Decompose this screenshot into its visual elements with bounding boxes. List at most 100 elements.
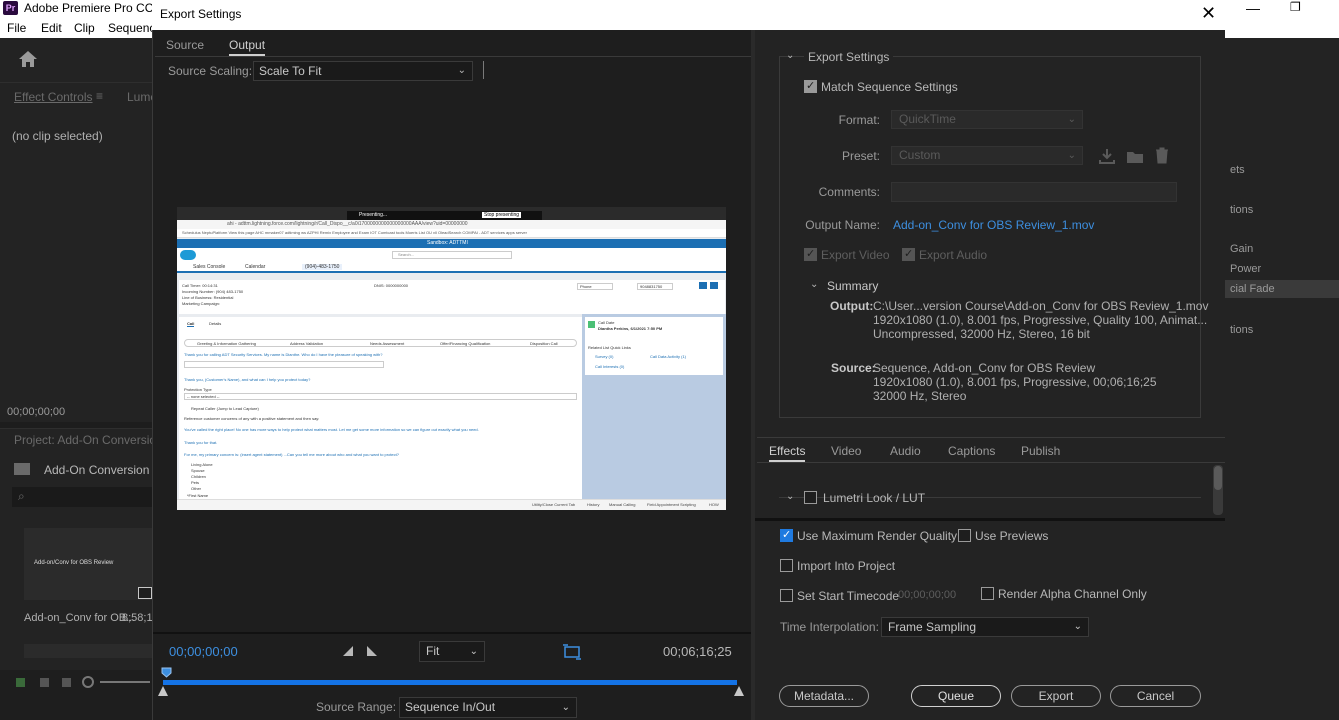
source-scaling-dropdown[interactable]: Scale To Fit ⌄ [253, 61, 473, 81]
menu-edit[interactable]: Edit [41, 21, 62, 35]
time-interpolation-dropdown[interactable]: Frame Sampling ⌄ [881, 617, 1089, 637]
restore-icon[interactable]: ❐ [1290, 0, 1301, 14]
cancel-button[interactable]: Cancel [1110, 685, 1201, 707]
effects-item[interactable]: ets [1230, 164, 1245, 176]
chevron-down-icon[interactable]: ⌄ [786, 491, 794, 502]
effects-item[interactable]: Gain [1230, 243, 1253, 255]
preview-bookmarks-text: Schedulus NeptuPlatform View this page A… [182, 230, 527, 235]
zoom-slider[interactable] [100, 681, 150, 683]
icon-view-icon[interactable] [40, 678, 49, 687]
range-out-handle[interactable] [734, 686, 744, 696]
current-timecode[interactable]: 00;00;00;00 [169, 644, 238, 659]
minimize-icon[interactable]: — [1246, 0, 1260, 16]
preview-related-links: Related List Quick Links [588, 345, 631, 350]
import-into-project-label: Import Into Project [797, 559, 896, 573]
tab-output[interactable]: Output [229, 38, 266, 56]
preview-dnis: DNIS: 0000000000 [374, 283, 409, 288]
tab-audio[interactable]: Audio [890, 444, 921, 458]
menu-sequence[interactable]: Sequenc [108, 21, 155, 35]
format-dropdown[interactable]: QuickTime ⌄ [891, 110, 1083, 129]
preview-protect-line: You've called the right place! No one ha… [184, 427, 479, 432]
comments-input[interactable] [891, 182, 1177, 202]
export-video-label: Export Video [821, 248, 890, 262]
source-range-dropdown[interactable]: Sequence In/Out ⌄ [399, 697, 577, 718]
import-into-project-checkbox[interactable] [780, 559, 793, 572]
preview-option: Other [191, 486, 202, 491]
tab-video[interactable]: Video [831, 444, 861, 458]
tab-captions[interactable]: Captions [948, 444, 995, 458]
tab-effect-controls[interactable]: Effect Controls [14, 90, 92, 104]
close-icon[interactable]: ✕ [1201, 3, 1216, 24]
effects-item[interactable]: tions [1230, 204, 1253, 216]
chevron-down-icon[interactable]: ⌄ [786, 50, 794, 61]
effects-item[interactable]: Power [1230, 263, 1261, 275]
preview-search: Search... [392, 251, 512, 259]
time-interpolation-value: Frame Sampling [888, 620, 977, 634]
project-panel-title[interactable]: Project: Add-On Conversion [14, 433, 163, 447]
home-icon[interactable] [18, 50, 38, 68]
menu-clip[interactable]: Clip [74, 21, 95, 35]
use-previews-checkbox[interactable] [958, 529, 971, 542]
preview-protection-label: Protection Type [184, 387, 212, 392]
export-video-checkbox[interactable] [804, 247, 817, 261]
playhead[interactable] [161, 667, 172, 678]
premiere-logo: Pr [3, 1, 18, 15]
render-alpha-checkbox[interactable] [981, 587, 994, 600]
metadata-button[interactable]: Metadata... [779, 685, 869, 707]
sequence-thumbnail-2[interactable] [24, 644, 152, 658]
preset-dropdown[interactable]: Custom ⌄ [891, 146, 1083, 165]
effects-item[interactable]: cial Fade [1230, 283, 1275, 295]
mark-out-icon[interactable] [366, 645, 378, 657]
preview-path-step: Greeting & Information Gathering [197, 341, 256, 346]
effects-item[interactable]: tions [1230, 324, 1253, 336]
scrub-bar[interactable] [163, 680, 737, 685]
dialog-titlebar [152, 0, 1225, 30]
export-audio-label: Export Audio [919, 248, 988, 262]
menu-file[interactable]: File [7, 21, 26, 35]
preview-app-name: Sales Console [193, 264, 226, 270]
summary-source-key: Source: [831, 361, 876, 375]
list-view-icon[interactable] [16, 678, 25, 687]
zoom-fit-dropdown[interactable]: Fit ⌄ [419, 641, 485, 662]
preview-footer-item: Field Appointment Scripting [647, 502, 696, 507]
preview-protection-select: -- none selected -- [184, 393, 577, 400]
queue-button[interactable]: Queue [911, 685, 1001, 707]
scrollbar-thumb[interactable] [1214, 466, 1222, 490]
output-name-link[interactable]: Add-on_Conv for OBS Review_1.mov [893, 218, 1094, 232]
match-sequence-checkbox[interactable] [804, 79, 817, 93]
chevron-down-icon: ⌄ [457, 65, 466, 76]
preview-first-name: *First Name [187, 493, 209, 498]
project-toolbar [0, 670, 152, 720]
save-preset-icon[interactable] [1098, 148, 1116, 164]
freeform-view-icon[interactable] [62, 678, 71, 687]
export-button[interactable]: Export [1011, 685, 1101, 707]
lumetri-checkbox[interactable] [804, 491, 817, 504]
preview-link: Call Interests (0) [595, 364, 625, 369]
delete-preset-icon[interactable] [1155, 147, 1169, 164]
export-audio-checkbox[interactable] [902, 247, 915, 261]
max-render-quality-checkbox[interactable] [780, 528, 793, 542]
start-timecode-value[interactable]: 00;00;00;00 [898, 589, 956, 601]
use-previews-label: Use Previews [975, 529, 1049, 543]
summary-header[interactable]: Summary [827, 279, 878, 293]
preview-option: Pets [191, 480, 200, 485]
app-title: Adobe Premiere Pro CC [24, 1, 154, 15]
format-label: Format: [838, 113, 880, 127]
preview-footer-item: Manual Calling [609, 502, 636, 507]
preview-footer-item: HOW [709, 502, 719, 507]
project-search-input[interactable]: ⌕ [12, 487, 152, 507]
preview-reference: Reference customer concerns of any with … [184, 416, 320, 421]
set-start-timecode-checkbox[interactable] [780, 589, 793, 602]
tab-publish[interactable]: Publish [1021, 444, 1060, 458]
range-in-handle[interactable] [158, 686, 168, 696]
tab-source[interactable]: Source [166, 38, 204, 52]
aspect-correction-icon[interactable] [562, 643, 582, 661]
sequence-thumbnail[interactable]: Add-on/Conv for OBS Review [24, 528, 152, 600]
import-preset-icon[interactable] [1126, 148, 1144, 164]
chevron-down-icon[interactable]: ⌄ [810, 279, 818, 290]
tab-effects[interactable]: Effects [769, 444, 806, 462]
panel-menu-icon[interactable]: ≡ [96, 89, 103, 103]
mark-in-icon[interactable] [342, 645, 354, 657]
export-settings-header[interactable]: Export Settings [804, 50, 894, 64]
zoom-icon[interactable] [82, 676, 94, 688]
